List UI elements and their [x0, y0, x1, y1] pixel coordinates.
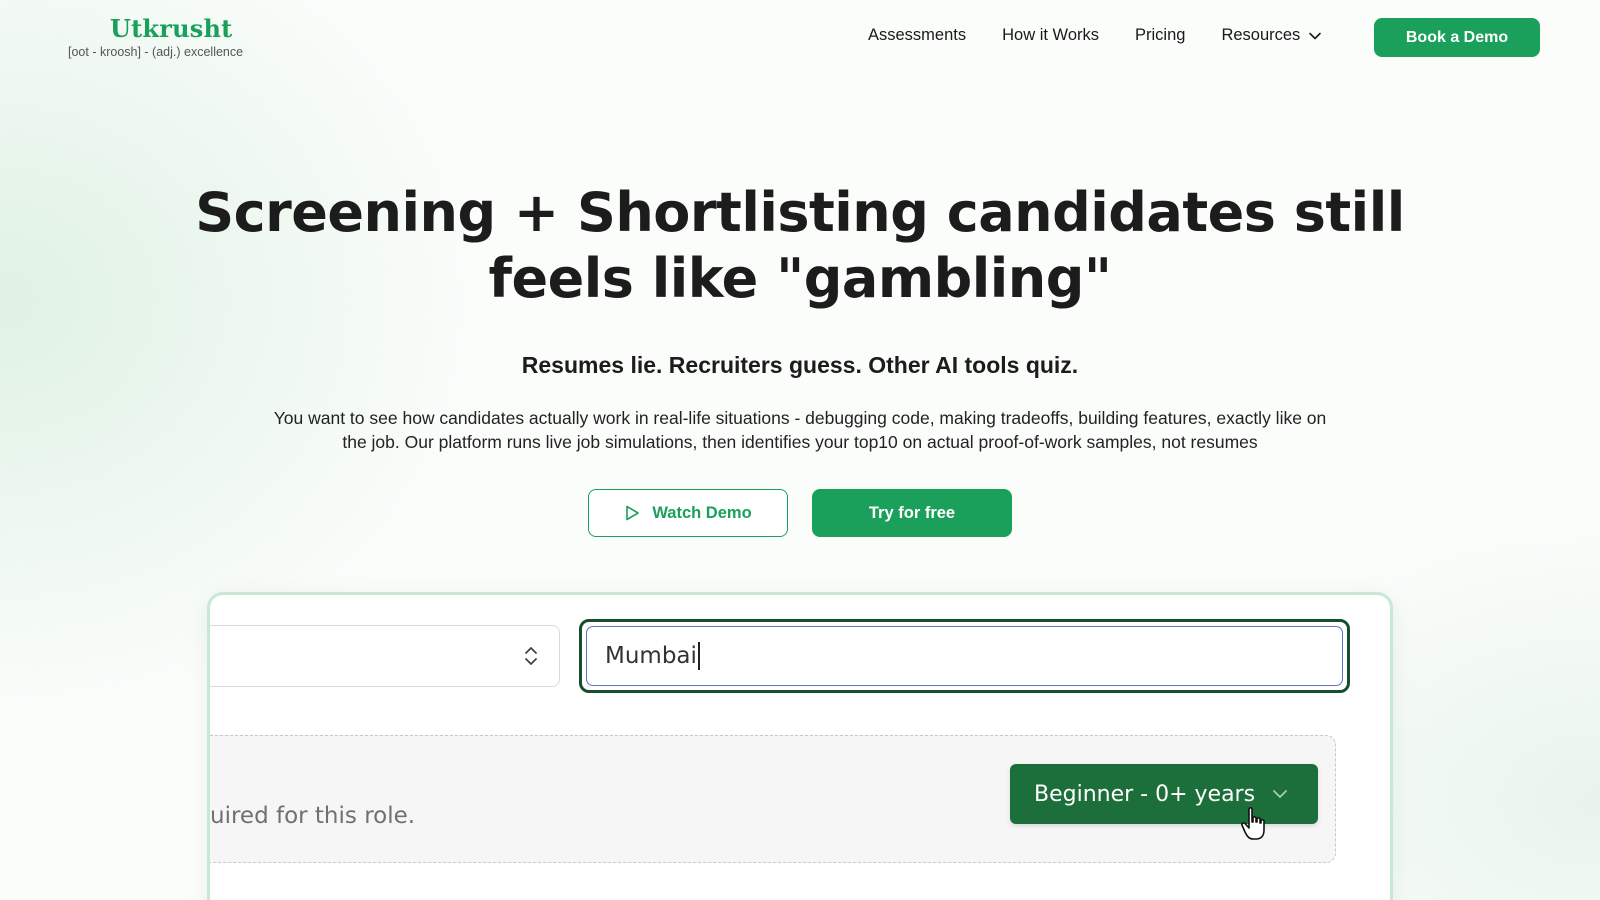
main-nav: Assessments How it Works Pricing Resourc…	[868, 26, 1358, 45]
nav-assessments[interactable]: Assessments	[868, 26, 966, 45]
nav-pricing[interactable]: Pricing	[1135, 26, 1185, 45]
chevron-down-icon	[1273, 790, 1287, 798]
brand-name: Utkrusht	[110, 14, 233, 43]
text-caret	[697, 642, 700, 670]
nav-resources-label: Resources	[1221, 26, 1301, 44]
location-input-value: Mumbai	[605, 643, 697, 669]
hero-description-line-1: You want to see how candidates actually …	[273, 408, 1327, 428]
hero-title-line-1: Screening + Shortlisting candidates stil…	[195, 181, 1405, 244]
nav-resources[interactable]: Resources	[1221, 26, 1322, 45]
demo-select-field[interactable]	[210, 625, 560, 687]
location-input[interactable]: Mumbai	[586, 626, 1343, 686]
hero-description: You want to see how candidates actually …	[200, 406, 1400, 454]
product-demo-preview: ​ Mumbai uired for this role. Beginner -…	[207, 592, 1393, 900]
watch-demo-button[interactable]: Watch Demo	[588, 489, 788, 537]
nav-how-it-works[interactable]: How it Works	[1002, 26, 1099, 45]
hero-subtitle: Resumes lie. Recruiters guess. Other AI …	[521, 352, 1079, 378]
play-icon	[626, 505, 640, 521]
location-field-focus-ring: Mumbai	[579, 619, 1350, 693]
hero-title: Screening + Shortlisting candidates stil…	[0, 180, 1600, 312]
experience-level-label: Beginner - 0+ years	[1034, 781, 1256, 807]
hero-description-line-2: the job. Our platform runs live job simu…	[342, 432, 1258, 452]
hero-title-line-2: feels like "gambling"	[488, 247, 1113, 310]
chevron-down-icon	[1309, 32, 1322, 39]
watch-demo-label: Watch Demo	[652, 503, 752, 522]
book-demo-button[interactable]: Book a Demo	[1374, 18, 1540, 57]
brand-tagline: [oot - kroosh] - (adj.) excellence	[68, 45, 244, 59]
experience-level-dropdown[interactable]: Beginner - 0+ years	[1010, 764, 1318, 824]
brand-logo[interactable]: Utkrusht [oot - kroosh] - (adj.) excelle…	[68, 14, 243, 59]
hand-cursor-icon	[1241, 807, 1265, 840]
experience-hint-text: uired for this role.	[210, 803, 416, 829]
select-updown-icon	[525, 647, 537, 665]
try-for-free-button[interactable]: Try for free	[812, 489, 1012, 537]
